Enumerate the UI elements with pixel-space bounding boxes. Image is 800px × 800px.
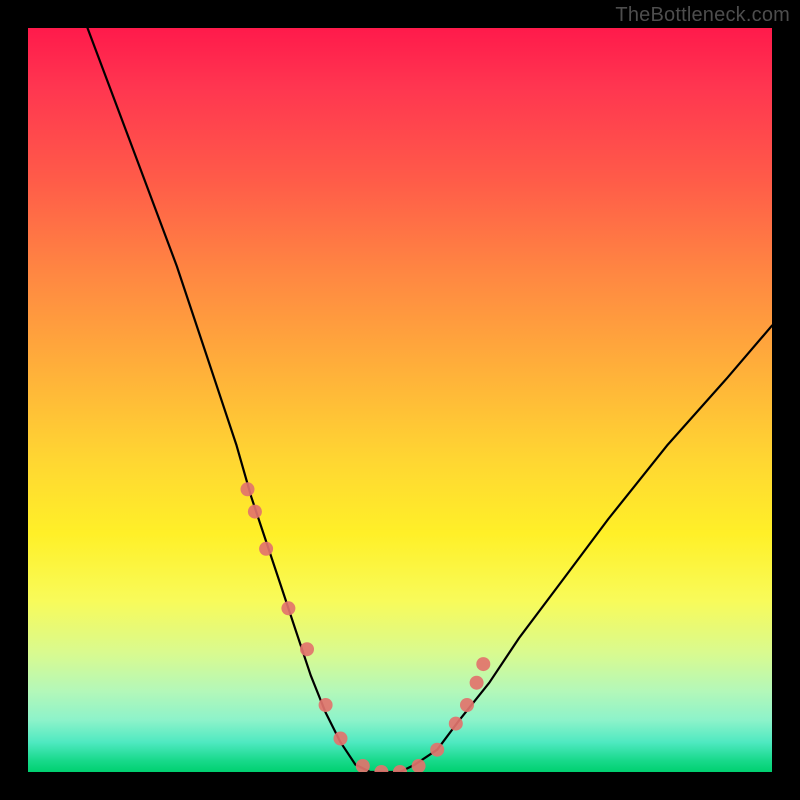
marker-point — [460, 698, 474, 712]
outer-frame: TheBottleneck.com — [0, 0, 800, 800]
marker-point — [412, 759, 426, 772]
plot-area — [28, 28, 772, 772]
marker-point — [319, 698, 333, 712]
marker-point — [430, 743, 444, 757]
marker-point — [241, 482, 255, 496]
highlighted-points — [241, 482, 491, 772]
bottleneck-curve — [88, 28, 773, 772]
chart-overlay — [28, 28, 772, 772]
marker-point — [300, 642, 314, 656]
marker-point — [281, 601, 295, 615]
marker-point — [259, 542, 273, 556]
marker-point — [476, 657, 490, 671]
marker-point — [449, 717, 463, 731]
watermark-text: TheBottleneck.com — [615, 4, 790, 27]
marker-point — [374, 765, 388, 772]
marker-point — [248, 505, 262, 519]
marker-point — [334, 732, 348, 746]
marker-point — [393, 765, 407, 772]
marker-point — [356, 759, 370, 772]
marker-point — [470, 676, 484, 690]
